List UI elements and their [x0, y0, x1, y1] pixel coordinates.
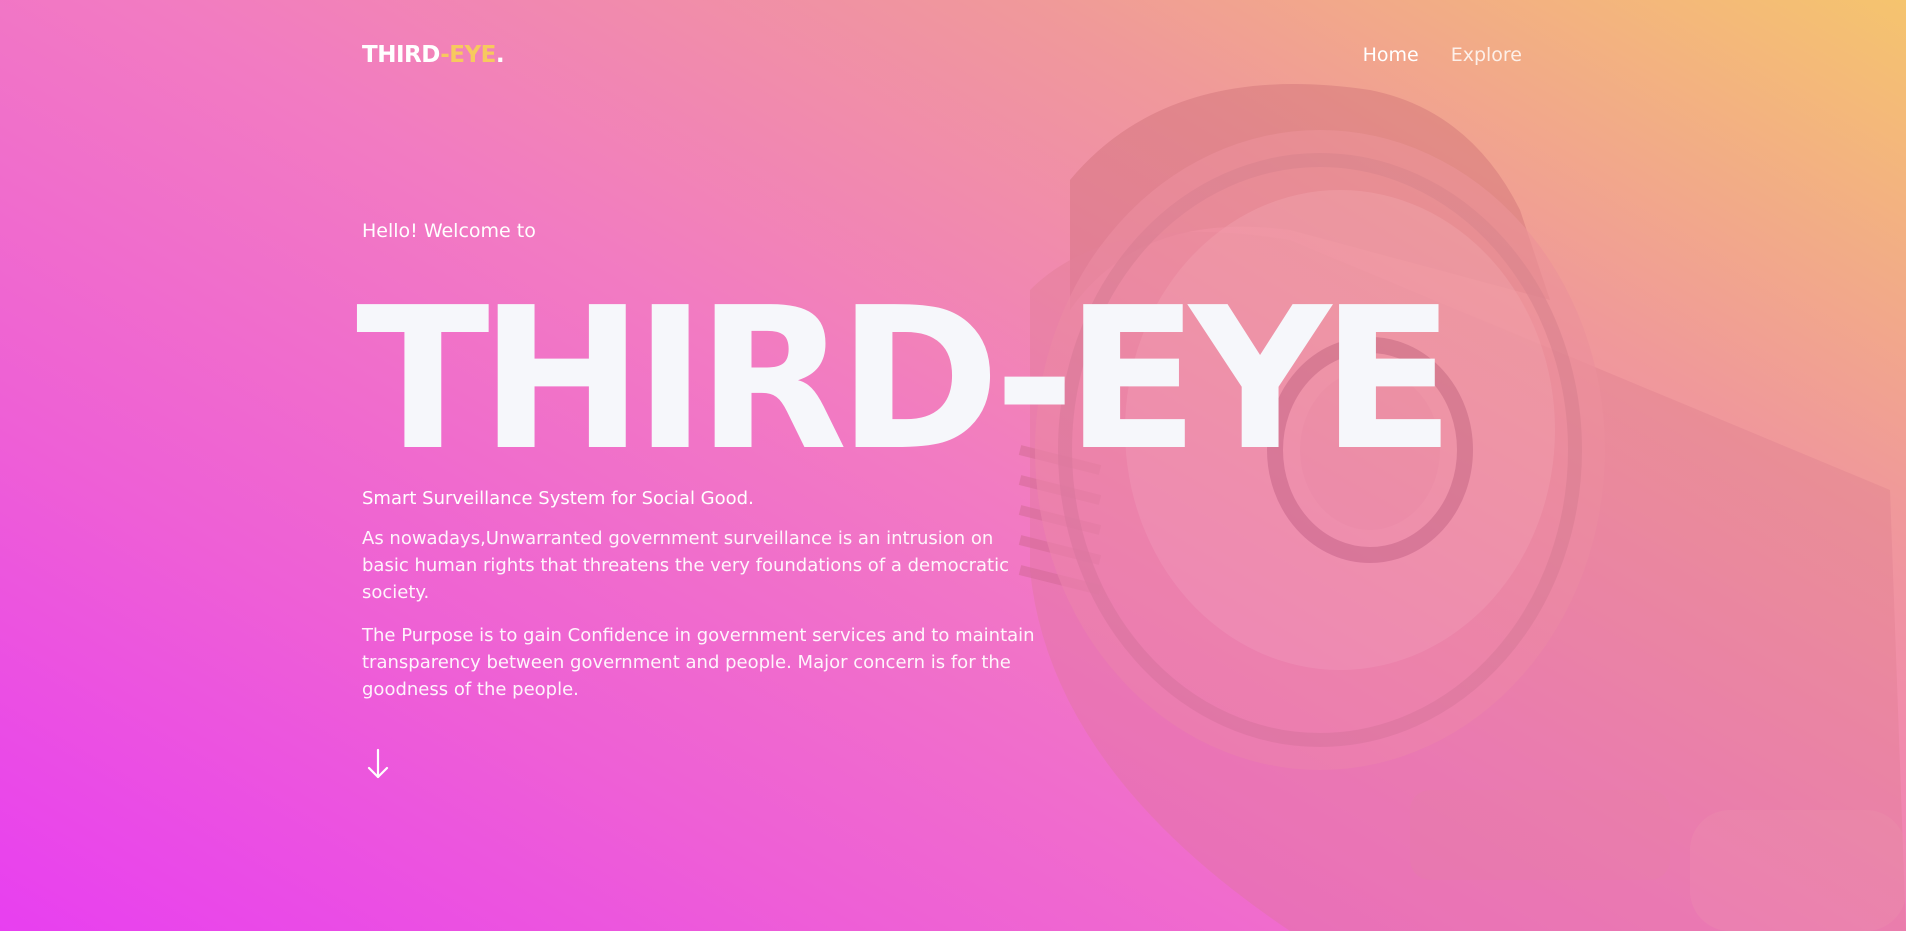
hero-paragraph-2: The Purpose is to gain Confidence in gov… [362, 625, 1035, 700]
arrow-down-icon[interactable] [366, 748, 390, 780]
brand-part-eye: EYE [449, 42, 496, 68]
welcome-text: Hello! Welcome to [362, 220, 536, 242]
nav-links: Home Explore [1363, 44, 1522, 66]
hero-content: Hello! Welcome to THIRD-EYE Smart Survei… [356, 220, 1462, 703]
hero-paragraph-1: As nowadays,Unwarranted government surve… [362, 528, 1009, 603]
top-navbar: THIRD-EYE. Home Explore [362, 38, 1522, 74]
hero-title: THIRD-EYE [356, 266, 1455, 494]
nav-link-explore[interactable]: Explore [1451, 44, 1522, 66]
brand-dot: . [495, 42, 505, 68]
nav-link-home[interactable]: Home [1363, 44, 1419, 66]
brand-logo[interactable]: THIRD-EYE. [362, 42, 505, 68]
brand-part-third: THIRD [362, 42, 441, 68]
brand-dash: - [440, 42, 450, 68]
hero-section: THIRD-EYE. Home Explore Hello! Welcome t… [0, 0, 1906, 931]
